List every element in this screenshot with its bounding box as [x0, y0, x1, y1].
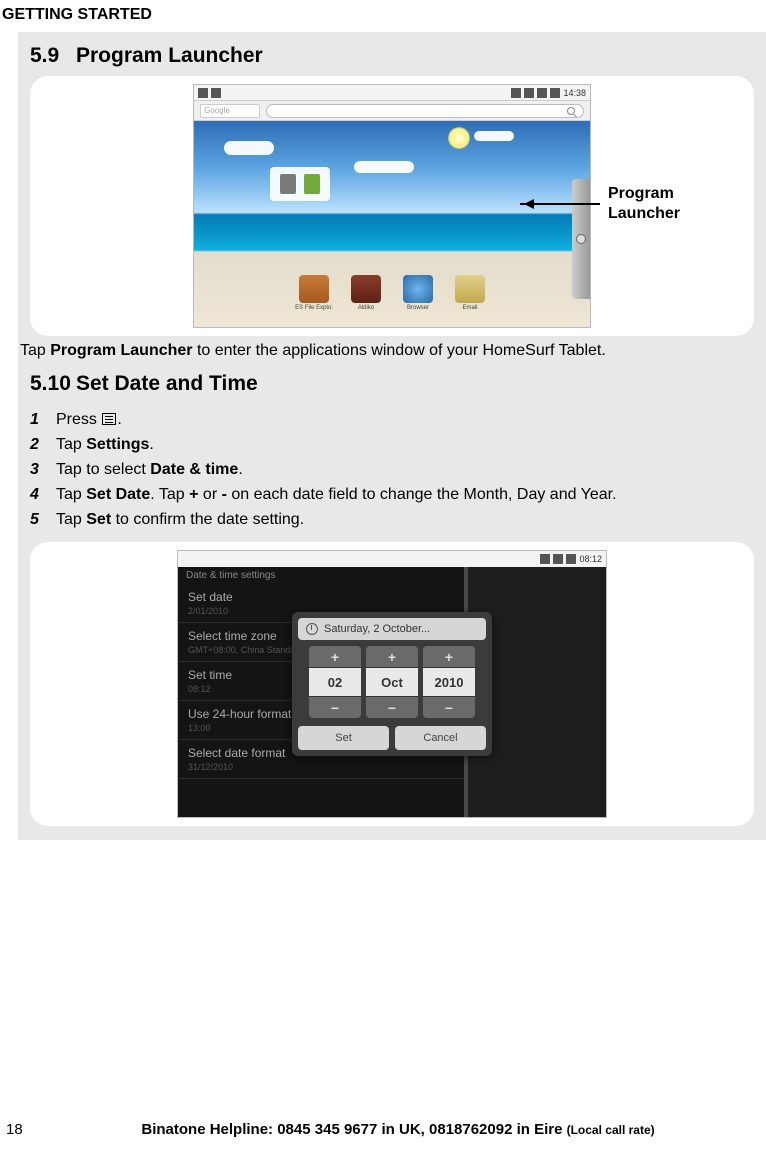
- page-footer: 18 Binatone Helpline: 0845 345 9677 in U…: [0, 1121, 766, 1138]
- widget-icon: [280, 174, 296, 194]
- arrow-icon: [520, 203, 600, 205]
- section-5-9-title: 5.9Program Launcher: [18, 40, 766, 74]
- program-launcher-callout: ProgramLauncher: [520, 184, 680, 224]
- section-heading: Program Launcher: [76, 44, 263, 67]
- dock-label: ES File Explo:: [295, 305, 333, 311]
- footer-helpline: Binatone Helpline: 0845 345 9677 in UK, …: [36, 1121, 760, 1138]
- dock-app-aldiko[interactable]: Aldiko: [346, 275, 386, 315]
- search-input[interactable]: [266, 104, 584, 118]
- status-icon: [553, 554, 563, 564]
- day-plus-button[interactable]: +: [309, 646, 361, 668]
- callout-label: ProgramLauncher: [608, 184, 680, 224]
- status-icon: [211, 88, 221, 98]
- browser-icon: [403, 275, 433, 303]
- dock-label: Browser: [407, 305, 429, 311]
- home-widget[interactable]: [270, 167, 330, 201]
- dock-label: Email: [462, 305, 477, 311]
- cloud-graphic: [474, 131, 514, 141]
- dock: ES File Explo: Aldiko Browser Email: [294, 275, 490, 315]
- search-icon: [567, 107, 575, 115]
- year-value[interactable]: 2010: [423, 668, 475, 696]
- menu-icon: [102, 413, 116, 425]
- month-plus-button[interactable]: +: [366, 646, 418, 668]
- dock-label: Aldiko: [358, 305, 374, 311]
- status-bar: 14:38: [194, 85, 590, 101]
- page-header: GETTING STARTED: [0, 0, 766, 28]
- date-time-screenshot: 08:12 Date & time settings Set date2/01/…: [177, 550, 607, 818]
- alarm-icon: [550, 88, 560, 98]
- status-icon: [540, 554, 550, 564]
- cancel-button[interactable]: Cancel: [395, 726, 486, 750]
- steps-list: 1 Press . 2 Tap Settings. 3 Tap to selec…: [18, 402, 766, 540]
- day-value[interactable]: 02: [309, 668, 361, 696]
- section-number: 5.9: [30, 44, 76, 68]
- launcher-knob-icon: [576, 234, 586, 244]
- dock-app-email[interactable]: Email: [450, 275, 490, 315]
- status-time: 14:38: [563, 88, 586, 98]
- cloud-graphic: [224, 141, 274, 155]
- step-5: 5 Tap Set to confirm the date setting.: [30, 511, 756, 529]
- day-minus-button[interactable]: −: [309, 696, 361, 718]
- status-icon: [198, 88, 208, 98]
- wallpaper: ES File Explo: Aldiko Browser Email: [194, 121, 590, 328]
- set-button[interactable]: Set: [298, 726, 389, 750]
- cloud-graphic: [354, 161, 414, 173]
- sun-graphic: [448, 127, 470, 149]
- year-plus-button[interactable]: +: [423, 646, 475, 668]
- step-number: 5: [30, 511, 46, 529]
- status-icon: [566, 554, 576, 564]
- page-number: 18: [6, 1121, 36, 1138]
- dialog-title: Saturday, 2 October...: [298, 618, 486, 640]
- status-time: 08:12: [579, 554, 602, 564]
- month-minus-button[interactable]: −: [366, 696, 418, 718]
- signal-icon: [537, 88, 547, 98]
- step-3: 3 Tap to select Date & time.: [30, 461, 756, 479]
- month-value[interactable]: Oct: [366, 668, 418, 696]
- section-number: 5.10: [30, 372, 76, 396]
- email-icon: [455, 275, 485, 303]
- screenshot-card-1: 14:38 Google ES F: [30, 76, 754, 336]
- step-1: 1 Press .: [30, 411, 756, 429]
- screenshot-card-2: 08:12 Date & time settings Set date2/01/…: [30, 542, 754, 826]
- month-spinner: + Oct −: [366, 646, 418, 718]
- step-4: 4 Tap Set Date. Tap + or - on each date …: [30, 486, 756, 504]
- clock-icon: [306, 623, 318, 635]
- battery-icon: [524, 88, 534, 98]
- status-bar: 08:12: [178, 551, 606, 567]
- google-logo-box[interactable]: Google: [200, 104, 260, 118]
- step-number: 3: [30, 461, 46, 479]
- dock-app-esfile[interactable]: ES File Explo:: [294, 275, 334, 315]
- set-date-dialog: Saturday, 2 October... + 02 − + Oct −: [292, 612, 492, 756]
- widget-icon: [304, 174, 320, 194]
- search-bar: Google: [194, 101, 590, 121]
- step-number: 1: [30, 411, 46, 429]
- settings-header: Date & time settings: [178, 567, 464, 584]
- step-number: 2: [30, 436, 46, 454]
- aldiko-icon: [351, 275, 381, 303]
- wifi-icon: [511, 88, 521, 98]
- step-number: 4: [30, 486, 46, 504]
- section-5-9-body: Tap Program Launcher to enter the applic…: [18, 338, 766, 362]
- file-icon: [299, 275, 329, 303]
- year-minus-button[interactable]: −: [423, 696, 475, 718]
- dock-app-browser[interactable]: Browser: [398, 275, 438, 315]
- day-spinner: + 02 −: [309, 646, 361, 718]
- year-spinner: + 2010 −: [423, 646, 475, 718]
- section-heading: Set Date and Time: [76, 372, 258, 395]
- section-5-10-title: 5.10Set Date and Time: [18, 362, 766, 402]
- main-content: 5.9Program Launcher 14:38: [18, 32, 766, 840]
- step-2: 2 Tap Settings.: [30, 436, 756, 454]
